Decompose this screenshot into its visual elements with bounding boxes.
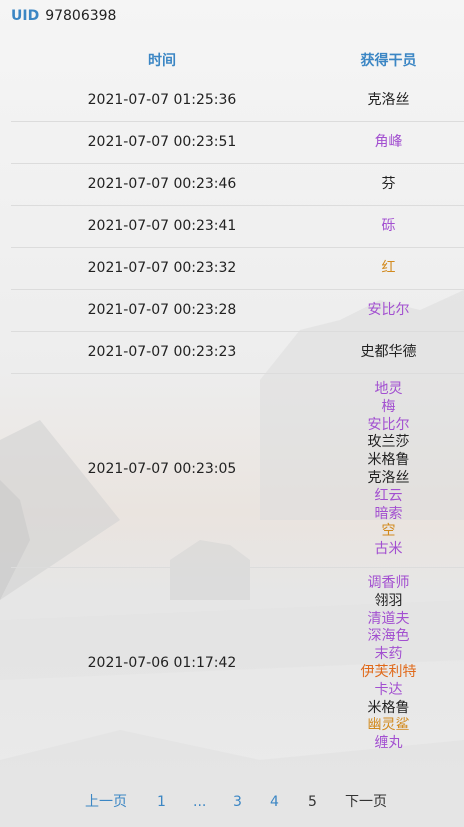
table-row: 2021-07-07 00:23:51 角峰 xyxy=(11,121,464,164)
table-row: 2021-07-07 00:23:05 地灵梅安比尔 玫兰莎 米格鲁 克洛丝 红云 暗索空古… xyxy=(11,373,464,568)
table-row: 2021-07-07 00:23:23 史都华德 xyxy=(11,331,464,374)
pull-time-cell: 2021-07-07 01:25:36 xyxy=(87,91,237,108)
uid-label: UID xyxy=(11,8,40,24)
table-row: 2021-07-07 00:23:41 砾 xyxy=(11,205,464,248)
operator-name: 空 xyxy=(381,523,396,540)
operator-name: 卡达 xyxy=(374,681,403,698)
operator-name: 芬 xyxy=(381,175,396,192)
operator-name: 红 xyxy=(381,259,396,276)
operator-name: 调香师 xyxy=(367,574,410,591)
table-row: 2021-07-07 00:23:28 安比尔 xyxy=(11,289,464,332)
operator-name: 梅 xyxy=(381,398,396,415)
column-header-time: 时间 xyxy=(148,53,176,69)
pull-time-cell: 2021-07-07 00:23:05 xyxy=(11,373,313,568)
prev-page-button[interactable]: 上一页 xyxy=(85,792,127,812)
operator-name: 安比尔 xyxy=(367,301,410,318)
pull-time-cell: 2021-07-07 00:23:51 xyxy=(11,121,313,164)
table-row: 2021-07-07 01:25:36 克洛丝 xyxy=(11,80,464,122)
operators-cell: 红 xyxy=(313,247,464,290)
table-body: 2021-07-07 01:25:36 克洛丝 2021-07-07 00:23:5… xyxy=(11,80,464,761)
table-row: 2021-07-07 00:23:46 芬 xyxy=(11,163,464,206)
uid-value: 97806398 xyxy=(45,8,117,24)
operator-name: 砾 xyxy=(381,217,396,234)
operator-name: 古米 xyxy=(374,541,403,558)
operator-name: 米格鲁 xyxy=(367,452,410,469)
operator-name: 暗索 xyxy=(374,505,403,522)
pull-time-cell: 2021-07-06 01:17:42 xyxy=(11,566,313,761)
pull-time-cell: 2021-07-07 00:23:41 xyxy=(11,205,313,248)
next-page-button[interactable]: 下一页 xyxy=(345,792,387,812)
operator-name: 玫兰莎 xyxy=(367,434,410,451)
table-row: 2021-07-07 00:23:32 红 xyxy=(11,247,464,290)
operator-name: 幽灵鲨 xyxy=(367,717,410,734)
operator-name: 末药 xyxy=(374,646,403,663)
operator-name: 翎羽 xyxy=(374,592,403,609)
uid-display: UID 97806398 xyxy=(11,7,116,25)
operator-name: 红云 xyxy=(374,487,403,504)
page-4-button[interactable]: 4 xyxy=(270,792,279,812)
gacha-history-table: 时间 获得干员 2021-07-07 01:25:36 克洛丝 2021-07-07… xyxy=(11,40,464,761)
column-header-operator: 获得干员 xyxy=(360,53,417,69)
operators-cell: 史都华德 xyxy=(313,331,464,374)
table-row: 2021-07-06 01:17:42 调香师 翎羽 清道夫 深海色 末药 伊芙利特 卡达 米格… xyxy=(11,566,464,761)
page-1-button[interactable]: 1 xyxy=(157,792,166,812)
operator-name: 克洛丝 xyxy=(367,91,410,108)
pagination: 上一页 1 ... 3 4 5 下一页 xyxy=(0,792,464,812)
operators-cell: 芬 xyxy=(313,163,464,206)
operators-cell: 克洛丝 xyxy=(313,80,464,122)
operator-name: 伊芙利特 xyxy=(360,663,417,680)
operator-name: 安比尔 xyxy=(367,416,410,433)
table-header-row: 时间 获得干员 xyxy=(11,40,464,80)
operators-cell: 安比尔 xyxy=(313,289,464,332)
operators-cell: 调香师 翎羽 清道夫 深海色 末药 伊芙利特 卡达 米格鲁 幽灵鲨 缠丸 xyxy=(313,566,464,761)
page-ellipsis[interactable]: ... xyxy=(193,792,206,812)
operator-name: 史都华德 xyxy=(360,343,417,360)
pull-time-cell: 2021-07-07 00:23:46 xyxy=(11,163,313,206)
page-5-current: 5 xyxy=(308,794,317,810)
operators-cell: 地灵梅安比尔 玫兰莎 米格鲁 克洛丝 红云 暗索空古米 xyxy=(313,373,464,568)
operator-name: 米格鲁 xyxy=(367,699,410,716)
operator-name: 克洛丝 xyxy=(367,469,410,486)
operators-cell: 砾 xyxy=(313,205,464,248)
operator-name: 清道夫 xyxy=(367,610,410,627)
operator-name: 深海色 xyxy=(367,628,410,645)
operators-cell: 角峰 xyxy=(313,121,464,164)
operator-name: 角峰 xyxy=(374,133,403,150)
operator-name: 缠丸 xyxy=(374,735,403,752)
operator-name: 地灵 xyxy=(374,381,403,397)
pull-time-cell: 2021-07-07 00:23:28 xyxy=(11,289,313,332)
pull-time-cell: 2021-07-07 00:23:32 xyxy=(11,247,313,290)
page-3-button[interactable]: 3 xyxy=(233,792,242,812)
pull-time-cell: 2021-07-07 00:23:23 xyxy=(11,331,313,374)
